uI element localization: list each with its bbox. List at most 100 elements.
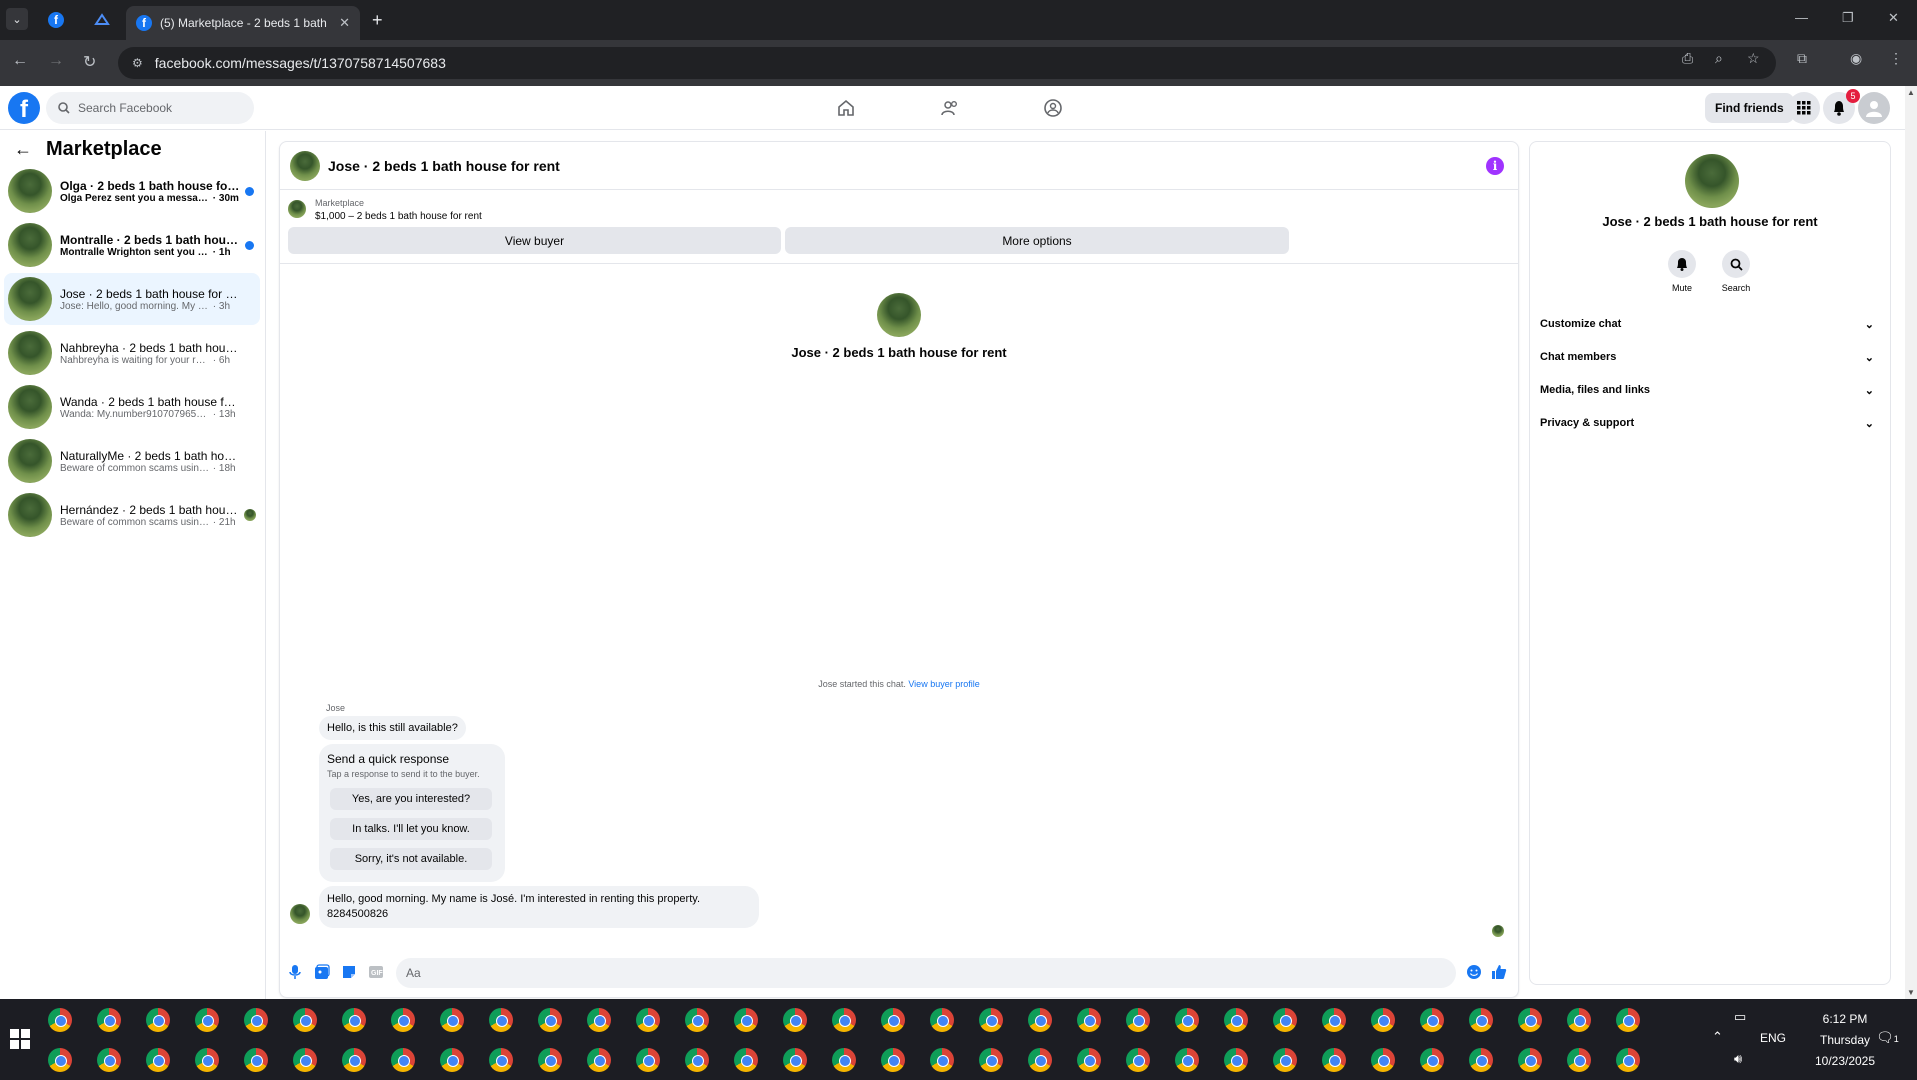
scroll-up-icon[interactable]: ▲	[1907, 88, 1915, 97]
taskbar-browser-icon[interactable]	[1077, 1048, 1101, 1072]
conversation-item[interactable]: Olga · 2 beds 1 bath house for rent Olga…	[4, 165, 260, 217]
back-icon[interactable]: ←	[12, 52, 28, 70]
taskbar-browser-icon[interactable]	[930, 1008, 954, 1032]
taskbar-browser-icon[interactable]	[391, 1008, 415, 1032]
conversation-item[interactable]: Montralle · 2 beds 1 bath house f... Mon…	[4, 219, 260, 271]
conversation-item[interactable]: NaturallyMe · 2 beds 1 bath house ... Be…	[4, 435, 260, 487]
taskbar-browser-icon[interactable]	[1322, 1008, 1346, 1032]
menu-grid-button[interactable]	[1788, 92, 1820, 124]
taskbar-browser-icon[interactable]	[1567, 1008, 1591, 1032]
back-arrow-icon[interactable]: ←	[14, 139, 32, 160]
close-window-icon[interactable]: ✕	[1888, 10, 1899, 26]
zoom-icon[interactable]: ⌕	[1715, 50, 1723, 67]
tab-search-button[interactable]: ⌄	[6, 8, 28, 30]
emoji-icon[interactable]	[1465, 963, 1483, 981]
taskbar-browser-icon[interactable]	[1273, 1008, 1297, 1032]
listing-thumbnail[interactable]	[288, 200, 306, 218]
taskbar-browser-icon[interactable]	[881, 1008, 905, 1032]
taskbar-browser-icon[interactable]	[440, 1048, 464, 1072]
microphone-icon[interactable]	[286, 963, 304, 981]
facebook-logo[interactable]: f	[8, 92, 40, 124]
taskbar-browser-icon[interactable]	[538, 1008, 562, 1032]
taskbar-browser-icon[interactable]	[1322, 1048, 1346, 1072]
listing-price[interactable]: $1,000 – 2 beds 1 bath house for rent	[315, 211, 482, 222]
taskbar-browser-icon[interactable]	[734, 1008, 758, 1032]
taskbar-browser-icon[interactable]	[342, 1008, 366, 1032]
taskbar-browser-icon[interactable]	[440, 1008, 464, 1032]
taskbar-browser-icon[interactable]	[636, 1048, 660, 1072]
page-scrollbar[interactable]: ▲ ▼	[1905, 86, 1917, 999]
minimize-icon[interactable]: —	[1795, 10, 1808, 25]
search-input[interactable]	[78, 101, 238, 115]
sticker-icon[interactable]	[340, 963, 358, 981]
taskbar-browser-icon[interactable]	[391, 1048, 415, 1072]
forward-icon[interactable]: →	[48, 52, 64, 70]
taskbar-browser-icon[interactable]	[1518, 1048, 1542, 1072]
conversation-item[interactable]: Hernández · 2 beds 1 bath hous... Beware…	[4, 489, 260, 541]
taskbar-browser-icon[interactable]	[587, 1008, 611, 1032]
sender-avatar[interactable]	[290, 904, 310, 924]
home-icon[interactable]	[834, 96, 858, 120]
chat-title[interactable]: Jose · 2 beds 1 bath house for rent	[328, 158, 560, 174]
taskbar-browser-icon[interactable]	[244, 1048, 268, 1072]
conversation-item[interactable]: Nahbreyha · 2 beds 1 bath house f... Nah…	[4, 327, 260, 379]
taskbar-browser-icon[interactable]	[881, 1048, 905, 1072]
quick-response-button[interactable]: In talks. I'll let you know.	[330, 818, 492, 840]
like-thumbs-up-icon[interactable]	[1490, 963, 1508, 981]
restore-icon[interactable]: ❐	[1842, 10, 1854, 26]
taskbar-browser-icon[interactable]	[1616, 1008, 1640, 1032]
taskbar-browser-icon[interactable]	[1224, 1008, 1248, 1032]
view-buyer-button[interactable]: View buyer	[288, 227, 781, 254]
quick-response-button[interactable]: Sorry, it's not available.	[330, 848, 492, 870]
section-media-files-links[interactable]: Media, files and links ⌄	[1540, 378, 1880, 402]
pinned-tab-facebook[interactable]: f	[42, 8, 70, 32]
taskbar-browser-icon[interactable]	[1028, 1048, 1052, 1072]
taskbar-browser-icon[interactable]	[48, 1048, 72, 1072]
section-privacy-support[interactable]: Privacy & support ⌄	[1540, 411, 1880, 435]
taskbar-browser-icon[interactable]	[587, 1048, 611, 1072]
scroll-down-icon[interactable]: ▼	[1907, 988, 1915, 997]
taskbar-browser-icon[interactable]	[1175, 1048, 1199, 1072]
pinned-tab-other[interactable]	[88, 8, 116, 32]
friends-icon[interactable]	[938, 96, 962, 120]
taskbar-browser-icon[interactable]	[636, 1008, 660, 1032]
start-button[interactable]	[10, 1029, 30, 1049]
taskbar-browser-icon[interactable]	[489, 1008, 513, 1032]
notification-center-icon[interactable]: 🗨︎1	[1876, 1029, 1899, 1046]
extensions-icon[interactable]: ⧉	[1797, 50, 1807, 67]
menu-icon[interactable]: ⋮	[1889, 50, 1903, 67]
taskbar-browser-icon[interactable]	[195, 1048, 219, 1072]
site-info-icon[interactable]: ⚙	[132, 56, 143, 70]
avatar[interactable]	[290, 150, 320, 181]
find-friends-button[interactable]: Find friends	[1705, 93, 1794, 123]
account-avatar[interactable]	[1858, 92, 1890, 124]
details-avatar[interactable]	[1685, 154, 1739, 208]
taskbar-browser-icon[interactable]	[1371, 1008, 1395, 1032]
conversation-item[interactable]: Wanda · 2 beds 1 bath house for re... Wa…	[4, 381, 260, 433]
taskbar-browser-icon[interactable]	[1420, 1048, 1444, 1072]
taskbar-browser-icon[interactable]	[685, 1008, 709, 1032]
taskbar-browser-icon[interactable]	[489, 1048, 513, 1072]
taskbar-browser-icon[interactable]	[685, 1048, 709, 1072]
taskbar-browser-icon[interactable]	[146, 1048, 170, 1072]
gif-icon[interactable]: GIF	[367, 963, 385, 981]
search-in-chat-button[interactable]: Search	[1716, 250, 1756, 293]
taskbar-browser-icon[interactable]	[1469, 1048, 1493, 1072]
photo-icon[interactable]	[313, 963, 331, 981]
bookmark-star-icon[interactable]: ☆	[1747, 50, 1760, 67]
taskbar-browser-icon[interactable]	[1126, 1048, 1150, 1072]
taskbar-browser-icon[interactable]	[538, 1048, 562, 1072]
taskbar-browser-icon[interactable]	[48, 1008, 72, 1032]
tray-chevron-up-icon[interactable]: ⌃	[1712, 1029, 1723, 1045]
volume-icon[interactable]: 🔊︎	[1734, 1051, 1742, 1067]
taskbar-browser-icon[interactable]	[1028, 1008, 1052, 1032]
taskbar-browser-icon[interactable]	[342, 1048, 366, 1072]
section-chat-members[interactable]: Chat members ⌄	[1540, 345, 1880, 369]
taskbar-browser-icon[interactable]	[1420, 1008, 1444, 1032]
more-options-button[interactable]: More options	[785, 227, 1289, 254]
taskbar-browser-icon[interactable]	[1224, 1048, 1248, 1072]
profile-icon[interactable]: ◉	[1850, 50, 1862, 67]
taskbar-browser-icon[interactable]	[1469, 1008, 1493, 1032]
taskbar-browser-icon[interactable]	[832, 1008, 856, 1032]
address-bar[interactable]: ⚙ facebook.com/messages/t/13707587145076…	[118, 47, 1776, 79]
